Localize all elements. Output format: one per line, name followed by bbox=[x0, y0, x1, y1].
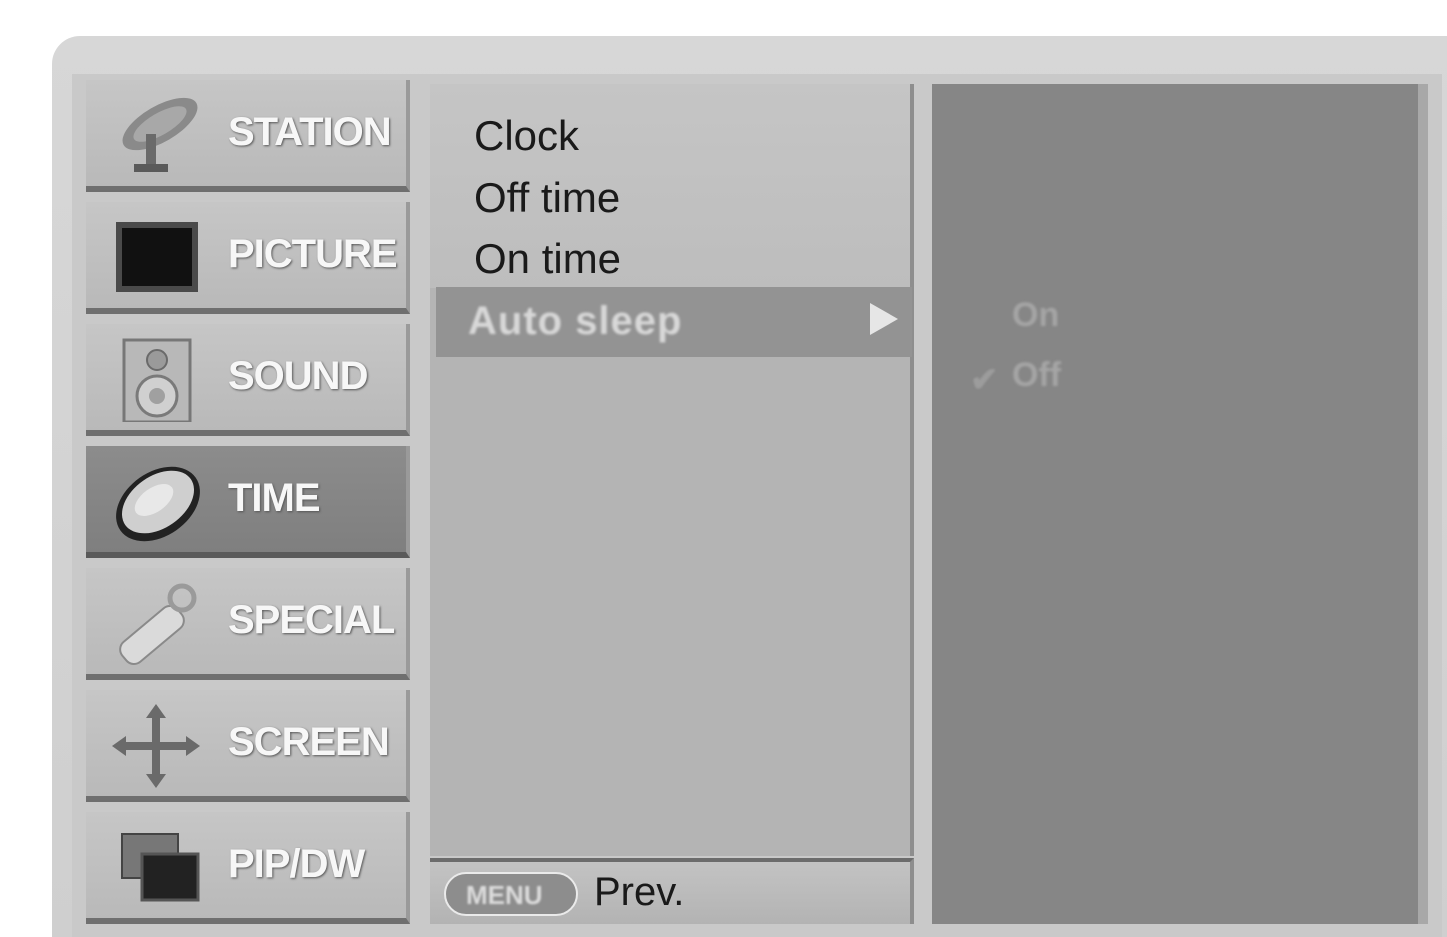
prev-label: Prev. bbox=[594, 870, 685, 914]
menu-item-label: SOUND bbox=[228, 354, 368, 398]
menu-item-label: STATION bbox=[228, 110, 392, 154]
auto-sleep-options: On ✔ Off bbox=[932, 84, 1428, 924]
option-off[interactable]: Off bbox=[1012, 356, 1061, 395]
clock-icon bbox=[108, 460, 204, 544]
time-submenu: Clock Off time On time bbox=[430, 84, 914, 856]
menu-item-label: SCREEN bbox=[228, 720, 390, 764]
checkmark-icon: ✔ bbox=[970, 361, 999, 399]
submenu-footer: MENU Prev. bbox=[430, 858, 914, 924]
menu-item-sound[interactable]: SOUND bbox=[86, 324, 410, 436]
menu-item-label: TIME bbox=[228, 476, 321, 520]
menu-item-screen[interactable]: SCREEN bbox=[86, 690, 410, 802]
menu-item-picture[interactable]: PICTURE bbox=[86, 202, 410, 314]
menu-item-special[interactable]: SPECIAL bbox=[86, 568, 410, 680]
submenu-item-auto-sleep[interactable]: Auto sleep bbox=[436, 287, 912, 357]
menu-item-time[interactable]: TIME bbox=[86, 446, 410, 558]
menu-button[interactable]: MENU bbox=[444, 872, 578, 916]
tv-screen-icon bbox=[108, 216, 204, 300]
menu-item-label: PIP/DW bbox=[228, 842, 365, 886]
speaker-icon bbox=[108, 338, 204, 424]
satellite-dish-icon bbox=[108, 94, 204, 178]
auto-sleep-label: Auto sleep bbox=[468, 299, 683, 343]
submenu-item-on-time[interactable]: On time bbox=[474, 235, 621, 283]
tools-icon bbox=[108, 582, 204, 666]
menu-item-label: PICTURE bbox=[228, 232, 398, 276]
menu-item-label: SPECIAL bbox=[228, 598, 395, 642]
option-on[interactable]: On bbox=[1012, 296, 1059, 335]
menu-item-station[interactable]: STATION bbox=[86, 80, 410, 192]
pip-windows-icon bbox=[108, 826, 204, 910]
submenu-item-clock[interactable]: Clock bbox=[474, 112, 579, 160]
menu-item-pip-dw[interactable]: PIP/DW bbox=[86, 812, 410, 924]
menu-button-label: MENU bbox=[466, 880, 543, 910]
move-arrows-icon bbox=[108, 704, 204, 788]
submenu-item-off-time[interactable]: Off time bbox=[474, 174, 620, 222]
right-arrow-icon bbox=[870, 303, 898, 335]
